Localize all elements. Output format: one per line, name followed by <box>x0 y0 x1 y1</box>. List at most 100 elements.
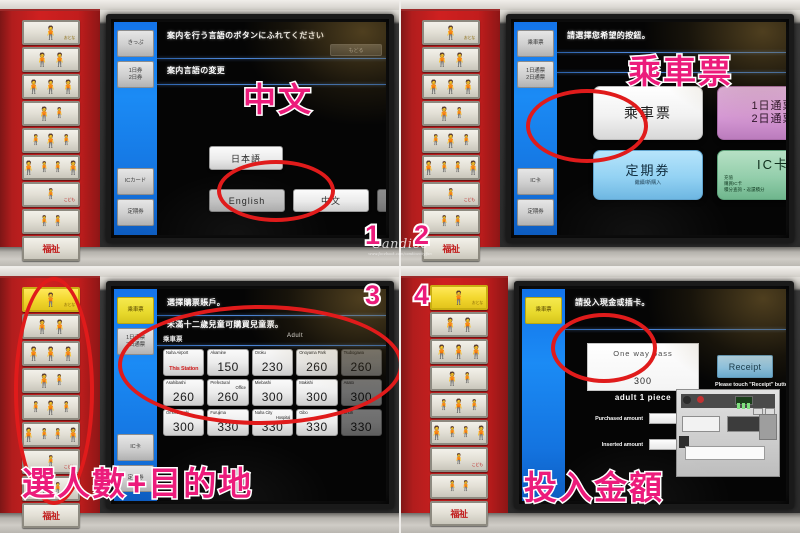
hwbtn-adult-2-child-2[interactable]: 🧍 🧍 🧍 🧍 <box>429 420 489 445</box>
fare-cell-akamine[interactable]: Akamine 150 <box>207 349 249 376</box>
hwbtn-adult-2[interactable]: 🧍 🧍 <box>430 312 488 337</box>
hwbtn-adult-2-child-2[interactable]: 🧍 🧍 🧍 🧍 <box>21 422 81 447</box>
language-button-korean[interactable]: 한국어 <box>377 189 386 212</box>
child-figure-icon: 🧍 <box>38 161 51 173</box>
hwbtn-adult-3[interactable]: 🧍 🧍 🧍 <box>22 341 80 366</box>
hwbtn-child-2[interactable]: 🧍 🧍 <box>22 209 80 234</box>
hwbtn-adult-1-child-1[interactable]: 🧍 🧍 <box>22 368 80 393</box>
hwbtn-adult-2[interactable]: 🧍 🧍 <box>22 47 80 72</box>
hwbtn-adult-1[interactable]: 🧍 おとな <box>22 287 80 312</box>
hwbtn-adult-3[interactable]: 🧍 🧍 🧍 <box>22 74 80 99</box>
tab-ticket-selected[interactable]: 乘車票 <box>525 297 562 324</box>
tab-line1: 1日通票 <box>526 67 545 74</box>
hwbtn-welfare[interactable]: 福祉 <box>22 236 80 261</box>
tab-ticket-jp[interactable]: きっぷ <box>117 30 154 57</box>
hwbtn-child-1[interactable]: 🧍 こども <box>422 182 480 207</box>
hwbtn-child-1[interactable]: 🧍 こども <box>430 447 488 472</box>
bill-slot-icon <box>682 416 720 432</box>
fare-cell-oroku[interactable]: Oroku 230 <box>251 349 294 376</box>
hwbtn-adult-3[interactable]: 🧍 🧍 🧍 <box>430 339 488 364</box>
language-button-english[interactable]: English <box>209 189 285 212</box>
hwbtn-adult-2-child-2[interactable]: 🧍 🧍 🧍 🧍 <box>421 155 481 180</box>
adult-figure-icon: 🧍 <box>42 346 60 361</box>
receipt-button[interactable]: Receipt <box>717 355 773 378</box>
fare-cell-prefectural-office[interactable]: Prefectural Office 260 <box>207 379 249 406</box>
ticket-button-commuter-pass[interactable]: 定期券 繼續/新購入 <box>593 150 703 200</box>
machine-side-panel-icon <box>759 414 777 440</box>
panel-step-1: 🧍 おとな 🧍🧍 🧍🧍🧍 🧍🧍 🧍🧍🧍 🧍🧍🧍🧍 🧍 こども <box>0 0 400 267</box>
fare-cell-shuri[interactable]: Shuri 330 <box>340 409 382 436</box>
tab-commuter[interactable]: 定期券 <box>517 199 554 226</box>
hwbtn-adult-1-child-2[interactable]: 🧍 🧍 🧍 <box>22 395 80 420</box>
annotation-panel-4: 投入金額 <box>523 468 664 508</box>
fare-cell-miebashi[interactable]: Miebashi 300 <box>251 379 294 406</box>
tab-line1: 1日券 <box>128 67 143 74</box>
fare-cell-gibo[interactable]: Gibo 330 <box>296 409 338 436</box>
hwbtn-adult-1-child-2[interactable]: 🧍 🧍 🧍 <box>422 128 480 153</box>
ticket-summary-box: One way pass 300 <box>587 343 699 391</box>
hwbtn-adult-1-child-1[interactable]: 🧍 🧍 <box>22 101 80 126</box>
adult-figure-icon: 🧍 <box>42 292 60 307</box>
tab-daypass[interactable]: 1日通票 2日通票 <box>517 61 554 88</box>
back-button-1[interactable]: もどる <box>330 44 382 56</box>
hwbtn-adult-1[interactable]: 🧍 おとな <box>430 285 488 310</box>
annotation-panel-3: 選人數+目的地 <box>20 464 254 504</box>
ticket-button-ic-card[interactable]: IC卡 充值 購買IC卡 積分查詢・返還積分 OKICA <box>717 150 786 200</box>
adult-figure-icon: 🧍 <box>468 344 485 359</box>
language-button-chinese[interactable]: 中文 <box>293 189 369 212</box>
tab-daypass-jp[interactable]: 1日券 2日券 <box>117 61 154 88</box>
fare-station-name: Furujima <box>210 410 226 415</box>
screenshot-collage: 🧍 おとな 🧍🧍 🧍🧍🧍 🧍🧍 🧍🧍🧍 🧍🧍🧍🧍 🧍 こども <box>0 0 800 533</box>
hwbtn-adult-1-child-2[interactable]: 🧍 🧍 🧍 <box>22 128 80 153</box>
hwbtn-caption: おとな <box>463 35 475 40</box>
tab-rail-1: きっぷ 1日券 2日券 ICカード 定期券 <box>114 22 157 235</box>
hwbtn-welfare[interactable]: 福祉 <box>422 236 480 261</box>
hwbtn-adult-2[interactable]: 🧍 🧍 <box>22 314 80 339</box>
hwbtn-adult-2[interactable]: 🧍 🧍 <box>422 47 480 72</box>
child-figure-icon: 🧍 <box>446 480 459 492</box>
hwbtn-welfare[interactable]: 福祉 <box>22 503 80 528</box>
hwbtn-adult-1-child-1[interactable]: 🧍 🧍 <box>422 101 480 126</box>
passenger-count-button-column-4: 🧍 おとな 🧍 🧍 🧍 🧍 🧍 🧍 🧍 🧍 🧍 🧍 🧍 🧍 🧍 🧍 🧍 こども 🧍 🧍 福祉 <box>429 285 489 526</box>
fare-cell-naha-city-hospital[interactable]: Naha City Hospital 330 <box>251 409 294 436</box>
fare-cell-makishi[interactable]: Makishi 300 <box>296 379 338 406</box>
hwbtn-welfare[interactable]: 福祉 <box>430 501 488 526</box>
adult-figure-icon: 🧍 <box>42 25 60 40</box>
tab-ic-card-jp[interactable]: ICカード <box>117 168 154 195</box>
tab-commuter-jp[interactable]: 定期券 <box>117 199 154 226</box>
fare-station-name: Tsubogawa <box>343 350 364 355</box>
child-figure-icon: 🧍 <box>468 399 481 411</box>
fare-cell-onoyama-park[interactable]: Onoyama Park 260 <box>296 349 338 376</box>
tab-ic-card[interactable]: IC卡 <box>517 168 554 195</box>
hwbtn-adult-1[interactable]: 🧍 おとな <box>422 20 480 45</box>
screen-content-1: 案内を行う言語のボタンにふれてください 案内言語の変更 もどる 日本語 Engl… <box>157 22 386 235</box>
fare-price: 300 <box>350 390 373 404</box>
hwbtn-adult-1-child-1[interactable]: 🧍 🧍 <box>430 366 488 391</box>
tab-ticket-selected[interactable]: 乘車票 <box>117 297 154 324</box>
fare-cell-asahibashi[interactable]: Asahibashi 260 <box>163 379 205 406</box>
fare-cell-omoromachi[interactable]: Omoromachi 300 <box>163 409 205 436</box>
fare-cell-furujima[interactable]: Furujima 330 <box>207 409 249 436</box>
ticket-button-one-way[interactable]: 乘車票 <box>593 86 703 140</box>
prompt-text-3: 選擇購票賬戶。 <box>167 298 226 307</box>
hwbtn-child-1[interactable]: 🧍 こども <box>22 182 80 207</box>
tab-ticket[interactable]: 乘車票 <box>517 30 554 57</box>
fare-cell-naha-airport[interactable]: Naha Airport This Station <box>163 349 205 376</box>
ticket-button-day-pass[interactable]: 1日通票 2日通票 <box>717 86 786 140</box>
fare-cell-asato[interactable]: Asato 300 <box>340 379 382 406</box>
tab-daypass[interactable]: 1日通票 2日通票 <box>117 328 154 355</box>
hwbtn-adult-1-child-2[interactable]: 🧍 🧍 🧍 <box>430 393 488 418</box>
child-figure-icon: 🧍 <box>44 188 58 200</box>
hwbtn-child-2[interactable]: 🧍 🧍 <box>430 474 488 499</box>
prompt-text-4: 請投入現金或插卡。 <box>575 298 650 307</box>
fare-station-name: Asato <box>343 380 354 385</box>
adult-figure-icon: 🧍 <box>60 79 77 94</box>
fare-cell-tsubogawa[interactable]: Tsubogawa 260 <box>340 349 382 376</box>
hwbtn-adult-3[interactable]: 🧍 🧍 🧍 <box>422 74 480 99</box>
step-number-4: 4 <box>412 278 431 312</box>
hwbtn-adult-2-child-2[interactable]: 🧍 🧍 🧍 🧍 <box>21 155 81 180</box>
language-button-japanese[interactable]: 日本語 <box>209 146 283 170</box>
hwbtn-child-2[interactable]: 🧍 🧍 <box>422 209 480 234</box>
adult-figure-icon: 🧍 <box>36 373 53 388</box>
hwbtn-adult-1[interactable]: 🧍 おとな <box>22 20 80 45</box>
